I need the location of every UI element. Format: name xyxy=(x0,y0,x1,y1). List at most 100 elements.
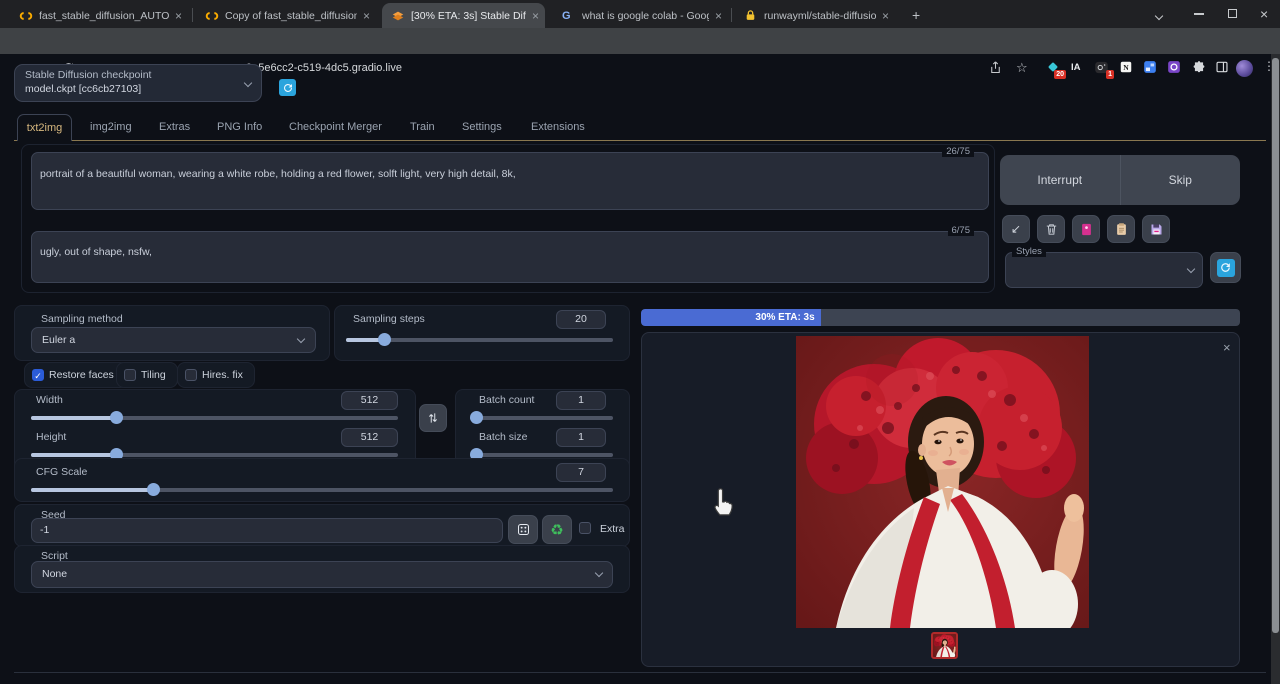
browser-tab-5[interactable]: runwayml/stable-diffusion-v1 × xyxy=(735,3,895,28)
cfg-scale-label: CFG Scale xyxy=(36,466,87,478)
screen: fast_stable_diffusion_AUTOMA × Copy of f… xyxy=(0,0,1280,684)
sampling-steps-label: Sampling steps xyxy=(353,313,425,325)
apply-style-button[interactable] xyxy=(1107,215,1135,243)
cfg-scale-value[interactable]: 7 xyxy=(556,463,606,482)
browser-tab-4[interactable]: G what is google colab - Google × xyxy=(553,3,728,28)
sampling-steps-block: Sampling steps 20 xyxy=(334,305,630,361)
batch-count-slider[interactable] xyxy=(470,412,613,425)
dice-icon xyxy=(516,522,531,537)
skip-button[interactable]: Skip xyxy=(1121,155,1241,205)
browser-tab-2[interactable]: Copy of fast_stable_diffusion_ × xyxy=(196,3,376,28)
clear-prompt-button[interactable] xyxy=(1037,215,1065,243)
swap-dimensions-button[interactable] xyxy=(419,404,447,432)
tab-close-icon[interactable]: × xyxy=(532,10,539,22)
extra-networks-button[interactable] xyxy=(1072,215,1100,243)
sampling-method-label: Sampling method xyxy=(41,313,123,325)
tab-settings[interactable]: Settings xyxy=(462,121,502,133)
page-scrollbar-thumb[interactable] xyxy=(1272,58,1279,633)
hires-fix-checkbox[interactable]: Hires. fix xyxy=(177,362,255,388)
side-panel-icon[interactable] xyxy=(1215,60,1231,76)
progress-text: 30% ETA: 3s xyxy=(755,312,814,323)
slider-handle[interactable] xyxy=(378,333,391,346)
gallery-thumbnail[interactable] xyxy=(931,632,958,659)
random-seed-button[interactable] xyxy=(508,515,538,544)
tiling-label: Tiling xyxy=(141,369,166,381)
browser-tab-active[interactable]: [30% ETA: 3s] Stable Diffusion × xyxy=(382,3,545,28)
prompt-textarea[interactable]: 26/75 portrait of a beautiful woman, wea… xyxy=(31,152,989,210)
styles-dropdown[interactable]: Styles xyxy=(1005,252,1203,288)
checkpoint-value: model.ckpt [cc6cb27103] xyxy=(25,83,141,95)
tab-close-icon[interactable]: × xyxy=(715,10,722,22)
extension-diamond-icon[interactable]: 20 xyxy=(1046,60,1062,76)
extensions-puzzle-icon[interactable] xyxy=(1192,60,1208,76)
swap-arrows-icon xyxy=(426,411,440,425)
browser-toolbar: ← → 9e5e6cc2-c519-4dc5.gradio.live ☆ 20 … xyxy=(0,28,1280,54)
sampling-steps-value[interactable]: 20 xyxy=(556,310,606,329)
sampling-method-dropdown[interactable]: Euler a xyxy=(31,327,316,353)
sampling-method-block: Sampling method Euler a xyxy=(14,305,330,361)
seed-input[interactable]: -1 xyxy=(31,518,503,543)
refresh-icon xyxy=(1217,259,1235,277)
maximize-icon[interactable] xyxy=(1228,9,1237,18)
slider-handle[interactable] xyxy=(470,411,483,424)
tab-png-info[interactable]: PNG Info xyxy=(217,121,262,133)
tab-img2img[interactable]: img2img xyxy=(90,121,132,133)
tab-train[interactable]: Train xyxy=(410,121,435,133)
hires-fix-label: Hires. fix xyxy=(202,369,243,381)
browser-tab-bar: fast_stable_diffusion_AUTOMA × Copy of f… xyxy=(0,0,1280,28)
nav-underline xyxy=(14,140,1266,141)
colab-icon xyxy=(205,9,219,23)
tab-close-icon[interactable]: × xyxy=(363,10,370,22)
batch-count-value[interactable]: 1 xyxy=(556,391,606,410)
batch-size-value[interactable]: 1 xyxy=(556,428,606,447)
close-preview-icon[interactable]: × xyxy=(1223,340,1231,355)
minimize-icon[interactable] xyxy=(1194,13,1204,15)
new-tab-button[interactable]: + xyxy=(912,7,920,23)
tab-checkpoint-merger[interactable]: Checkpoint Merger xyxy=(289,121,382,133)
reuse-seed-button[interactable]: ♻ xyxy=(542,515,572,544)
checkbox-icon xyxy=(185,369,197,381)
width-label: Width xyxy=(36,394,63,406)
height-value[interactable]: 512 xyxy=(341,428,398,447)
restore-faces-label: Restore faces xyxy=(49,369,114,381)
negative-prompt-textarea[interactable]: 6/75 ugly, out of shape, nsfw, xyxy=(31,231,989,283)
width-slider[interactable] xyxy=(31,412,398,425)
slider-handle[interactable] xyxy=(110,411,123,424)
paste-params-button[interactable]: ↙ xyxy=(1002,215,1030,243)
restore-faces-checkbox[interactable]: ✓Restore faces xyxy=(24,362,129,388)
extension-purple-icon[interactable] xyxy=(1167,60,1183,76)
save-style-button[interactable] xyxy=(1142,215,1170,243)
checkpoint-refresh-button[interactable] xyxy=(279,79,296,96)
browser-tab-1[interactable]: fast_stable_diffusion_AUTOMA × xyxy=(10,3,188,28)
tiling-checkbox[interactable]: Tiling xyxy=(116,362,178,388)
extension-blue-icon[interactable] xyxy=(1143,60,1159,76)
width-value[interactable]: 512 xyxy=(341,391,398,410)
styles-refresh-button[interactable] xyxy=(1210,252,1241,283)
chevron-down-icon xyxy=(595,569,603,577)
bookmark-star-icon[interactable]: ☆ xyxy=(1016,60,1028,76)
tab-extensions[interactable]: Extensions xyxy=(531,121,585,133)
generated-image[interactable] xyxy=(796,336,1089,628)
tab-extras[interactable]: Extras xyxy=(159,121,190,133)
tab-close-icon[interactable]: × xyxy=(175,10,182,22)
height-label: Height xyxy=(36,431,66,443)
extension-camera-icon[interactable]: 1 xyxy=(1094,60,1110,76)
interrupt-button[interactable]: Interrupt xyxy=(1000,155,1121,205)
share-icon[interactable] xyxy=(988,60,1003,80)
close-window-icon[interactable]: × xyxy=(1260,6,1268,22)
extension-ia-icon[interactable]: IA xyxy=(1071,60,1087,76)
slider-handle[interactable] xyxy=(147,483,160,496)
url-text[interactable]: 9e5e6cc2-c519-4dc5.gradio.live xyxy=(246,62,402,74)
colab-icon xyxy=(19,9,33,23)
tab-txt2img[interactable]: txt2img xyxy=(17,114,72,141)
sampling-steps-slider[interactable] xyxy=(346,334,613,347)
extra-seed-checkbox[interactable] xyxy=(579,522,591,534)
checkpoint-dropdown[interactable]: Stable Diffusion checkpoint model.ckpt [… xyxy=(14,64,262,102)
script-dropdown[interactable]: None xyxy=(31,561,613,588)
tab-search-icon[interactable] xyxy=(1156,10,1162,22)
extension-notion-icon[interactable]: N xyxy=(1119,60,1135,76)
extension-badge: 20 xyxy=(1054,70,1066,79)
profile-avatar[interactable] xyxy=(1236,60,1253,77)
tab-close-icon[interactable]: × xyxy=(882,10,889,22)
cfg-scale-slider[interactable] xyxy=(31,484,613,497)
